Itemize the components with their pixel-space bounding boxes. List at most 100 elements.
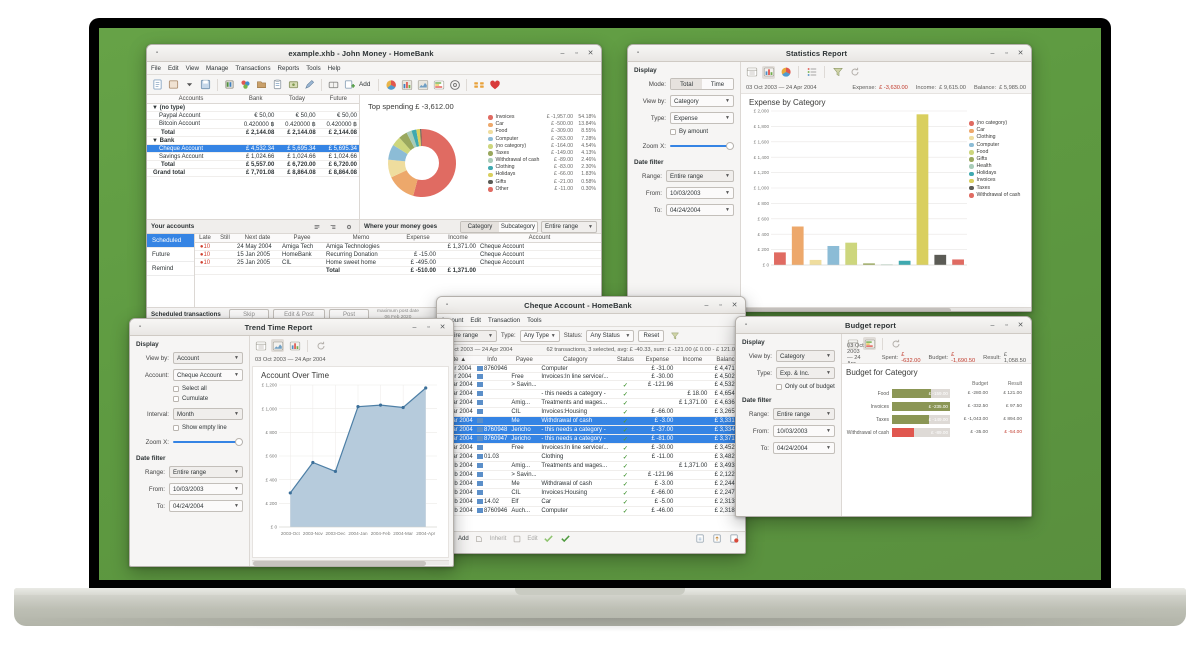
inherit-icon[interactable] [473, 532, 486, 545]
main-menubar[interactable]: File Edit View Manage Transactions Repor… [147, 62, 601, 75]
viewby-combo[interactable]: Account ▼ [173, 352, 243, 364]
menu-manage[interactable]: Manage [206, 65, 228, 72]
balance-icon[interactable] [472, 78, 485, 91]
edit-icon[interactable] [510, 532, 523, 545]
payees-icon[interactable] [239, 78, 252, 91]
only-out-of-budget-checkbox[interactable]: Only out of budget [776, 383, 835, 390]
pie-chart-icon[interactable] [779, 66, 792, 79]
type-combo[interactable]: Exp. & Inc. ▼ [776, 367, 835, 379]
export-icon[interactable] [711, 532, 724, 545]
add-transaction-icon[interactable] [343, 78, 356, 91]
list-view-icon[interactable] [254, 339, 267, 352]
trend-titlebar[interactable]: ▪ Trend Time Report – ▫ ✕ [130, 319, 453, 336]
table-row[interactable]: 15 Mar 2004 CIL Invoices:Housing ✓ £ -66.00 £… [437, 407, 745, 418]
categories-icon[interactable] [255, 78, 268, 91]
refresh-icon[interactable] [848, 66, 861, 79]
col-account[interactable]: Account [478, 234, 601, 243]
table-row[interactable]: 03 Apr 2004 Free Invoices:In line service/… [437, 372, 745, 382]
col-expense[interactable]: Expense [398, 234, 438, 243]
minimize-icon[interactable]: – [989, 322, 996, 329]
save-icon[interactable] [199, 78, 212, 91]
mode-time[interactable]: Time [702, 79, 733, 89]
gear-icon[interactable] [342, 220, 355, 233]
check-light-icon[interactable] [542, 532, 555, 545]
zoomx-slider[interactable] [670, 141, 734, 151]
col-accounts[interactable]: Accounts [147, 95, 235, 104]
by-amount-checkbox[interactable]: By amount [670, 128, 734, 135]
mode-toggle[interactable]: Total Time [670, 78, 734, 90]
app-menu-icon[interactable]: ▪ [134, 324, 146, 330]
statistics-hscrollbar[interactable] [741, 307, 1031, 311]
archive-icon[interactable] [271, 78, 284, 91]
sidebar-item-future[interactable]: Future [147, 248, 194, 262]
btn-category[interactable]: Category [461, 221, 499, 232]
table-row[interactable]: Paypal Account € 50,00 € 50,00 € 50,00 [147, 111, 359, 120]
from-date-input[interactable]: 10/03/2003 ▼ [666, 187, 734, 199]
maximize-icon[interactable]: ▫ [1003, 50, 1010, 57]
budget-report-icon[interactable] [432, 78, 445, 91]
main-toolbar[interactable]: Add [147, 75, 601, 95]
close-icon[interactable]: ✕ [731, 302, 738, 309]
app-menu-icon[interactable]: ▪ [740, 322, 752, 328]
table-row[interactable]: 27 Mar 2004 Amig... Treatments and wages..… [437, 398, 745, 409]
detail-icon[interactable] [805, 66, 818, 79]
sidebar-item-remind[interactable]: Remind [147, 262, 194, 276]
col-still[interactable]: Still [215, 234, 235, 243]
filter-icon[interactable] [831, 66, 844, 79]
col-payee[interactable]: Payee [280, 234, 324, 243]
minimize-icon[interactable]: – [411, 324, 418, 331]
table-row[interactable]: 30 Mar 2004 > Savin... ✓ £ -121.96 £ 4,532.3… [437, 380, 745, 391]
viewby-combo[interactable]: Category ▼ [670, 95, 734, 107]
col-future[interactable]: Future [317, 95, 359, 104]
table-row[interactable]: 14 Mar 2004 8760948 Jericho - this needs a … [437, 425, 745, 436]
close-icon[interactable]: ✕ [587, 50, 594, 57]
reset-button[interactable]: Reset [638, 329, 665, 342]
maximize-icon[interactable]: ▫ [717, 302, 724, 309]
table-row[interactable]: 12 Mar 2004 8760947 Jericho - this needs a … [437, 434, 745, 445]
menu-edit[interactable]: Edit [168, 65, 179, 72]
inherit-button-label[interactable]: Inherit [490, 536, 507, 542]
assign-icon[interactable] [303, 78, 316, 91]
table-row[interactable]: Savings Account £ 1,024.66 £ 1,024.66 £ 1,0… [147, 152, 359, 161]
budget-report-window[interactable]: ▪ Budget report – ▫ ✕ Display View by: C… [735, 316, 1032, 517]
trend-report-window[interactable]: ▪ Trend Time Report – ▫ ✕ Display View b… [129, 318, 454, 567]
from-date-input[interactable]: 10/03/2003 ▼ [169, 483, 243, 495]
col-category[interactable]: Category [539, 356, 612, 365]
menu-tools[interactable]: Tools [527, 317, 541, 324]
statistics-titlebar[interactable]: ▪ Statistics Report – ▫ ✕ [628, 45, 1031, 62]
ledger-filterbar[interactable]: Entire range ▼ Type: Any Type ▼ Status: An… [437, 327, 745, 345]
scheduled-table[interactable]: Late Still Next date Payee Memo Expense … [195, 234, 601, 275]
col-late[interactable]: Late [195, 234, 215, 243]
table-row[interactable]: ●10 15 Jan 2005 HomeBank Recurring Donation… [195, 250, 601, 259]
list-view-icon[interactable] [745, 66, 758, 79]
app-menu-icon[interactable]: ▪ [151, 50, 163, 56]
select-all-checkbox[interactable]: Select all [173, 385, 243, 392]
col-payee[interactable]: Payee [509, 356, 540, 365]
column-chart-icon[interactable] [762, 65, 775, 79]
refresh-icon[interactable] [314, 339, 327, 352]
trend-icon[interactable] [416, 78, 429, 91]
show-empty-line-checkbox[interactable]: Show empty line [173, 424, 243, 431]
ledger-footer[interactable]: Add Inherit Edit [437, 531, 745, 545]
homebank-main-window[interactable]: ▪ example.xhb - John Money - HomeBank – … [146, 44, 602, 336]
table-row[interactable]: 01 Mar 2004 01.03 Clothing ✓ £ -11.00 £ 3,482… [437, 452, 745, 463]
budget-icon[interactable] [287, 78, 300, 91]
budget-toolbar[interactable] [842, 334, 1031, 353]
account-combo[interactable]: Cheque Account ▼ [173, 369, 243, 381]
col-next-date[interactable]: Next date [235, 234, 280, 243]
from-date-input[interactable]: 10/03/2003 ▼ [773, 425, 835, 437]
area-chart-icon[interactable] [271, 339, 284, 352]
maximize-icon[interactable]: ▫ [1003, 322, 1010, 329]
menu-file[interactable]: File [151, 65, 161, 72]
ledger-table[interactable]: Date ▲ Info Payee Category Status Expens… [437, 356, 745, 517]
pie-chart-icon[interactable] [384, 78, 397, 91]
maximize-icon[interactable]: ▫ [425, 324, 432, 331]
table-row[interactable]: Grand total £ 7,701.08 £ 8,864.08 £ 8,864.0… [147, 168, 359, 177]
statistics-icon[interactable] [400, 78, 413, 91]
minimize-icon[interactable]: – [559, 50, 566, 57]
type-combo[interactable]: Expense ▼ [670, 112, 734, 124]
new-icon[interactable] [151, 78, 164, 91]
budget-display-panel[interactable]: Display View by: Category ▼ Type: Exp. & … [736, 334, 842, 516]
accounts-list-panel[interactable]: Accounts Bank Today Future ▼ (no type) Pa… [147, 95, 360, 219]
ledger-titlebar[interactable]: ▪ Cheque Account - HomeBank – ▫ ✕ [437, 297, 745, 314]
